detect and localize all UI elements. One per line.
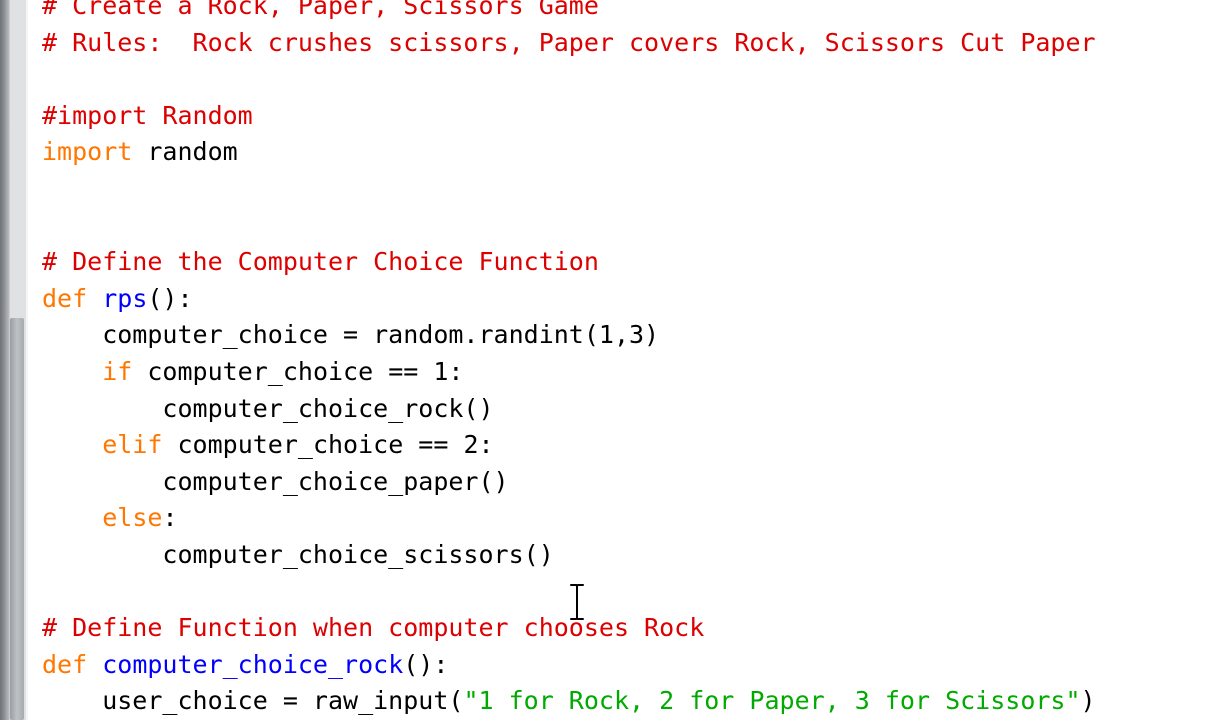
code-line[interactable]	[42, 574, 1216, 611]
code-line[interactable]: computer_choice_rock()	[42, 391, 1216, 428]
code-token-string: "1 for Rock, 2 for Paper, 3 for Scissors…	[463, 686, 1081, 716]
code-token-comment: # Define Function when computer chooses …	[42, 613, 705, 643]
vertical-scrollbar-thumb[interactable]	[10, 318, 24, 720]
code-text-area[interactable]: # Create a Rock, Paper, Scissors Game # R…	[42, 0, 1216, 720]
code-line[interactable]	[42, 61, 1216, 98]
code-line[interactable]: # Define the Computer Choice Function	[42, 244, 1216, 281]
code-token-keyword: if	[102, 356, 133, 386]
code-line[interactable]: elif computer_choice == 2:	[42, 427, 1216, 464]
code-token-comment: # Create a Rock, Paper, Scissors Game	[42, 0, 599, 20]
code-token-comment: # Rules: Rock crushes scissors, Paper co…	[42, 27, 1096, 57]
code-line[interactable]: def computer_choice_rock():	[42, 647, 1216, 684]
i-beam-cursor-icon	[569, 583, 585, 621]
code-token-plain: ():	[147, 283, 193, 313]
code-token-plain: computer_choice == 2:	[162, 430, 494, 460]
code-line[interactable]: import random	[42, 134, 1216, 171]
code-token-plain: computer_choice_paper()	[42, 466, 509, 496]
code-token-plain: computer_choice_scissors()	[42, 539, 554, 569]
code-token-comment: #import Random	[42, 100, 253, 130]
code-line[interactable]: computer_choice_scissors()	[42, 537, 1216, 574]
code-token-defname: computer_choice_rock	[102, 649, 404, 679]
code-token-plain: random	[132, 137, 238, 167]
code-token-keyword: else	[102, 503, 163, 533]
code-token-plain: user_choice = raw_input(	[42, 686, 464, 716]
code-token-keyword: import	[42, 137, 133, 167]
code-line[interactable]: # Create a Rock, Paper, Scissors Game	[42, 0, 1216, 25]
code-token-plain: ():	[403, 649, 449, 679]
code-line[interactable]: # Rules: Rock crushes scissors, Paper co…	[42, 25, 1216, 62]
code-token-plain: :	[162, 503, 178, 533]
code-line[interactable]: def rps():	[42, 281, 1216, 318]
code-line[interactable]	[42, 208, 1216, 245]
code-line[interactable]: computer_choice = random.randint(1,3)	[42, 317, 1216, 354]
code-token-plain: computer_choice_rock()	[42, 393, 494, 423]
code-token-keyword: def	[42, 283, 88, 313]
code-token-plain: computer_choice = random.randint(1,3)	[42, 320, 660, 350]
code-line[interactable]	[42, 171, 1216, 208]
code-line[interactable]: #import Random	[42, 98, 1216, 135]
code-line[interactable]: # Define Function when computer chooses …	[42, 610, 1216, 647]
code-line[interactable]: else:	[42, 500, 1216, 537]
code-token-defname: rps	[102, 283, 148, 313]
code-line[interactable]: if computer_choice == 1:	[42, 354, 1216, 391]
code-line[interactable]: computer_choice_paper()	[42, 464, 1216, 501]
code-token-keyword: elif	[102, 430, 163, 460]
code-token-comment: # Define the Computer Choice Function	[42, 247, 599, 277]
code-token-keyword: def	[42, 649, 88, 679]
code-editor-window: # Create a Rock, Paper, Scissors Game # R…	[0, 0, 1216, 720]
code-token-plain: computer_choice == 1:	[132, 356, 464, 386]
code-token-plain: )	[1080, 686, 1096, 716]
code-line[interactable]: user_choice = raw_input("1 for Rock, 2 f…	[42, 683, 1216, 720]
